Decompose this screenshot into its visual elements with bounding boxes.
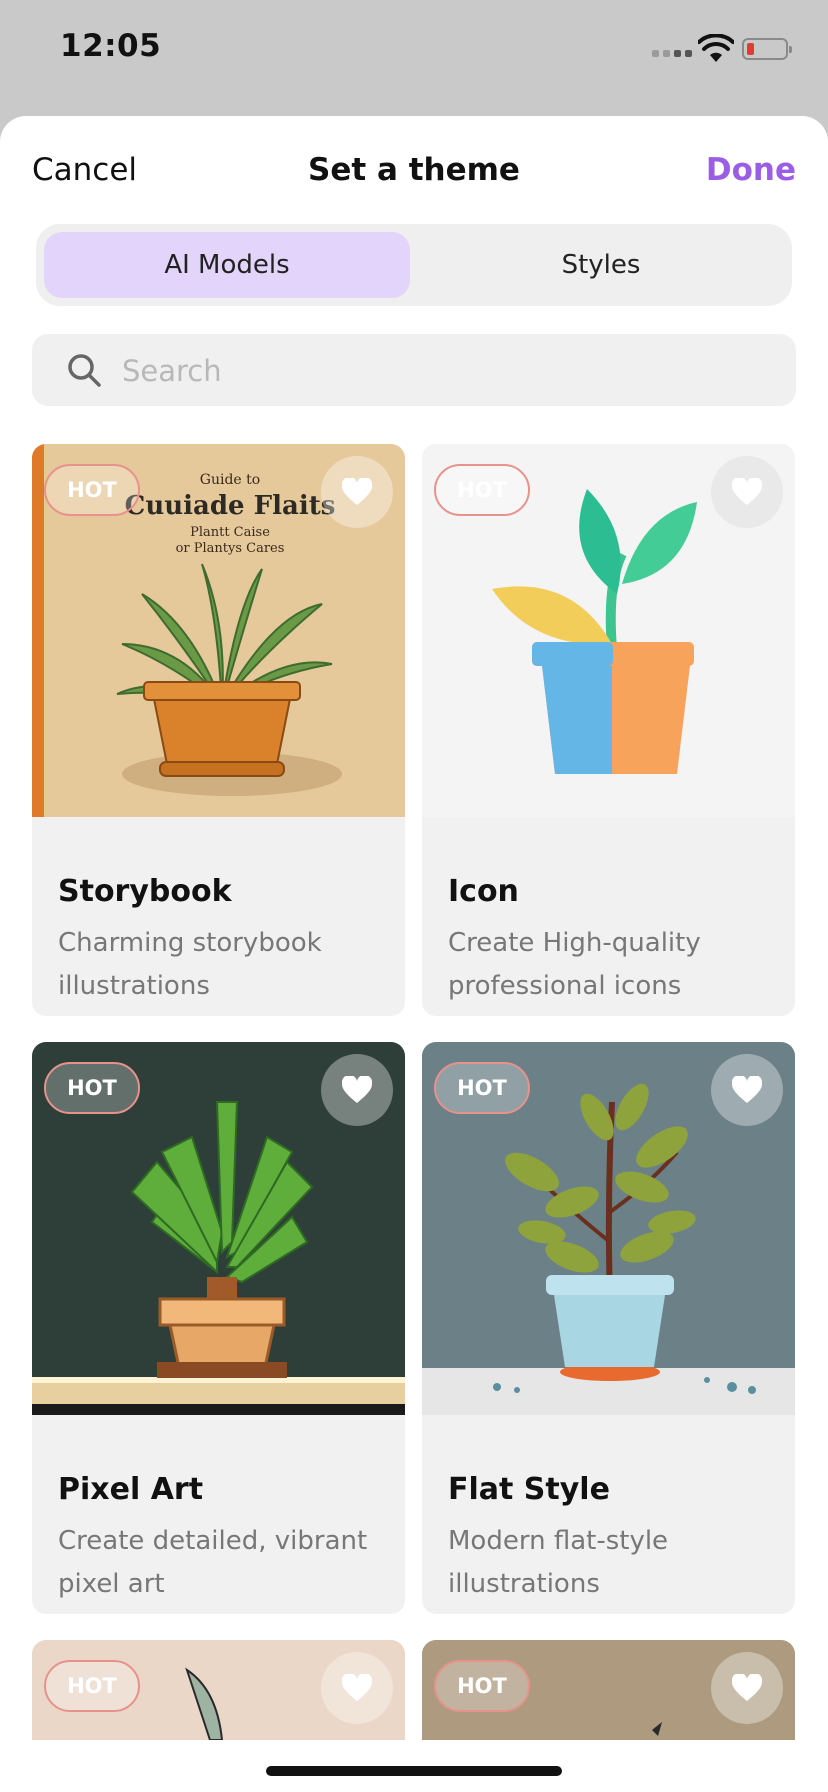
battery-icon [742, 38, 792, 60]
search-bar[interactable] [32, 334, 796, 408]
theme-card-storybook[interactable]: Guide to Cuuiade Flaits Plantt Caise or … [32, 444, 405, 1016]
hot-badge: HOT [44, 464, 140, 516]
favorite-button[interactable] [711, 456, 783, 528]
card-description: Create High-quality professional icons [448, 928, 701, 1001]
card-title: Flat Style [448, 1472, 610, 1507]
book-line-guide: Guide to [200, 472, 260, 488]
cancel-button[interactable]: Cancel [32, 152, 137, 188]
segment-styles[interactable]: Styles [418, 232, 784, 298]
heart-icon [342, 478, 372, 505]
favorite-button[interactable] [711, 1054, 783, 1126]
heart-icon [732, 1674, 762, 1701]
wifi-icon [698, 34, 734, 62]
hot-badge: HOT [44, 1660, 140, 1712]
theme-card-partial[interactable]: HOT [422, 1640, 795, 1740]
favorite-button[interactable] [321, 456, 393, 528]
segment-ai-models[interactable]: AI Models [44, 232, 410, 298]
favorite-button[interactable] [321, 1652, 393, 1724]
theme-card-icon[interactable]: HOT Icon Create High-quality professiona… [422, 444, 795, 1016]
heart-icon [342, 1674, 372, 1701]
theme-card-flat-style[interactable]: HOT Flat Style Modern flat-style illustr… [422, 1042, 795, 1614]
heart-icon [732, 1076, 762, 1103]
segmented-control: AI Models Styles [36, 224, 792, 306]
status-bar: 12:05 [0, 0, 828, 110]
card-title: Icon [448, 874, 519, 909]
book-line-3: or Plantys Cares [176, 541, 285, 556]
status-time: 12:05 [60, 28, 162, 64]
theme-sheet: Cancel Set a theme Done AI Models Styles… [0, 116, 828, 1792]
hot-badge: HOT [434, 1062, 530, 1114]
card-title: Pixel Art [58, 1472, 204, 1507]
book-line-2: Plantt Caise [190, 525, 270, 540]
search-icon [68, 354, 101, 387]
hot-badge: HOT [434, 464, 530, 516]
card-description: Charming storybook illustrations [58, 928, 322, 1001]
theme-card-partial[interactable]: HOT [32, 1640, 405, 1740]
theme-card-pixel-art[interactable]: HOT Pixel Art Create detailed, vibrant p… [32, 1042, 405, 1614]
favorite-button[interactable] [711, 1652, 783, 1724]
hot-badge: HOT [434, 1660, 530, 1712]
home-indicator[interactable] [266, 1766, 562, 1776]
cellular-signal-icon [652, 50, 692, 57]
heart-icon [732, 478, 762, 505]
card-description: Create detailed, vibrant pixel art [58, 1526, 368, 1599]
search-input[interactable] [120, 334, 764, 408]
favorite-button[interactable] [321, 1054, 393, 1126]
hot-badge: HOT [44, 1062, 140, 1114]
done-button[interactable]: Done [706, 152, 796, 188]
book-title: Cuuiade Flaits [125, 491, 336, 521]
card-title: Storybook [58, 874, 232, 909]
nav-bar: Cancel Set a theme Done [0, 116, 828, 226]
card-description: Modern flat-style illustrations [448, 1526, 669, 1599]
heart-icon [342, 1076, 372, 1103]
